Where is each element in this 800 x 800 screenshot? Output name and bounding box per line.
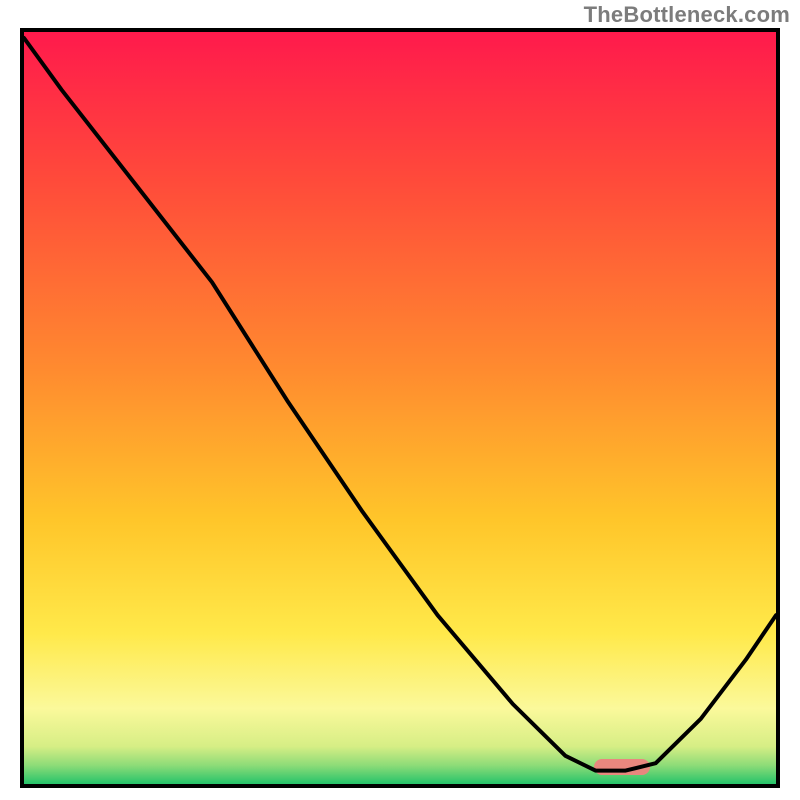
bottleneck-curve bbox=[24, 32, 776, 784]
watermark-label: TheBottleneck.com bbox=[584, 2, 790, 28]
chart-panel bbox=[20, 28, 780, 788]
chart-inner bbox=[24, 32, 776, 784]
